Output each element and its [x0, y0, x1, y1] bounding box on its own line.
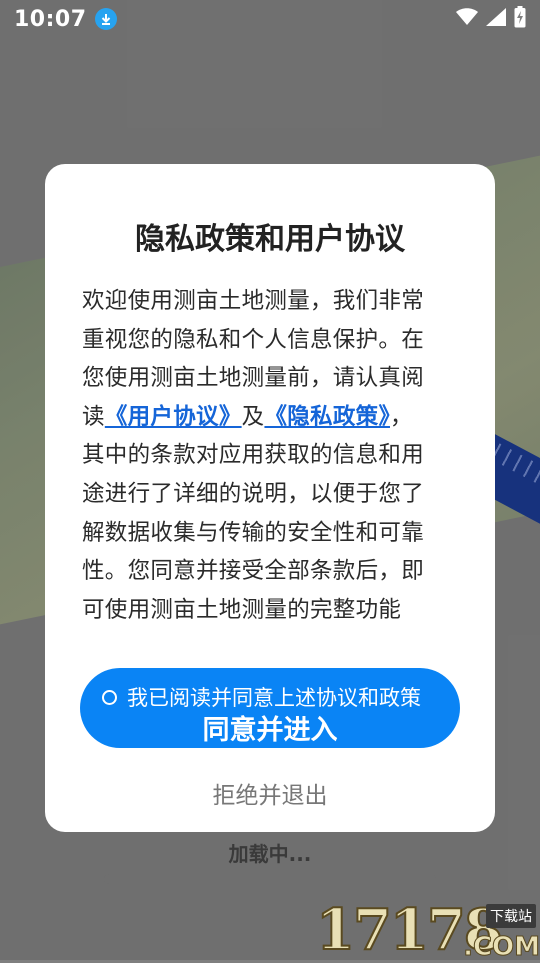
site-watermark: 17178 下载站 .COM — [315, 899, 540, 963]
body-line-links: 读《用户协议》及《隐私政策》， — [82, 398, 462, 437]
battery-icon — [514, 6, 526, 32]
body-line: 解数据收集与传输的安全性和可靠 — [82, 519, 425, 546]
dialog-title: 隐私政策和用户协议 — [135, 222, 405, 257]
loading-text: 加载中... — [228, 842, 312, 866]
body-text: 及 — [241, 403, 265, 430]
body-line: 您使用测亩土地测量前，请认真阅 — [82, 365, 425, 392]
agree-button-label: 同意并进入 — [202, 715, 338, 746]
body-line: 其中的条款对应用获取的信息和用 — [82, 442, 425, 469]
download-icon — [94, 8, 117, 30]
radio-unchecked-icon[interactable] — [102, 689, 117, 705]
body-line: 重视您的隐私和个人信息保护。在 — [82, 326, 425, 353]
status-bar: 10:07 — [0, 0, 540, 38]
body-line: 性。您同意并接受全部条款后，即 — [82, 558, 425, 585]
loading-progress-bar — [104, 874, 436, 884]
user-agreement-link[interactable]: 《用户协议》 — [105, 404, 242, 430]
privacy-policy-link[interactable]: 《隐私政策》 — [264, 404, 390, 430]
body-line: 欢迎使用测亩土地测量，我们非常 — [82, 288, 425, 314]
body-line: 途进行了详细的说明，以便于您了 — [82, 480, 425, 507]
signal-icon — [486, 8, 506, 30]
body-text: ， — [390, 403, 413, 430]
dialog-body: 欢迎使用测亩土地测量，我们非常 重视您的隐私和个人信息保护。在 您使用测亩土地测… — [82, 282, 462, 629]
refuse-and-exit-button[interactable]: 拒绝并退出 — [0, 776, 540, 810]
wifi-icon — [456, 8, 478, 30]
watermark-domain: .COM — [463, 932, 540, 963]
agree-and-enter-button[interactable]: 我已阅读并同意上述协议和政策 同意并进入 — [80, 668, 460, 748]
body-line: 可使用测亩土地测量的完整功能 — [82, 596, 402, 623]
watermark-tag: 下载站 — [486, 904, 536, 928]
status-time: 10:07 — [14, 6, 87, 32]
body-text: 读 — [82, 403, 105, 430]
